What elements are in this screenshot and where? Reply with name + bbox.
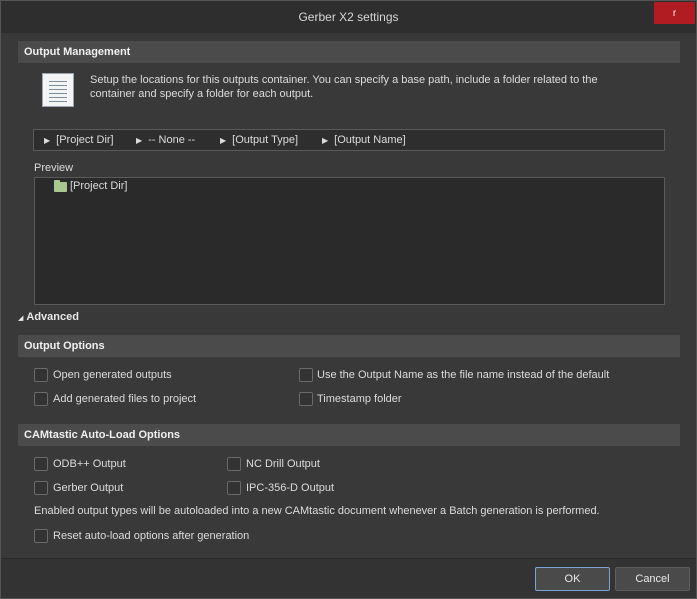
document-icon bbox=[42, 73, 74, 107]
cancel-button[interactable]: Cancel bbox=[615, 567, 690, 591]
ipc-output-label[interactable]: IPC-356-D Output bbox=[246, 482, 334, 494]
play-arrow-icon: ▶ bbox=[136, 136, 143, 145]
advanced-toggle[interactable]: ◢ Advanced bbox=[18, 311, 79, 323]
path-segment-none[interactable]: ▶ -- None -- bbox=[136, 134, 195, 146]
gerber-settings-dialog: Gerber X2 settings r Output Management S… bbox=[0, 0, 697, 599]
timestamp-folder-label[interactable]: Timestamp folder bbox=[317, 393, 402, 405]
ipc-output-checkbox[interactable] bbox=[227, 481, 241, 495]
output-management-header: Output Management bbox=[18, 41, 680, 63]
output-options-header: Output Options bbox=[18, 335, 680, 357]
reset-autoload-checkbox[interactable] bbox=[34, 529, 48, 543]
nc-drill-output-checkbox[interactable] bbox=[227, 457, 241, 471]
play-arrow-icon: ▶ bbox=[44, 136, 51, 145]
reset-autoload-label[interactable]: Reset auto-load options after generation bbox=[53, 530, 249, 542]
path-segment-output-name[interactable]: ▶ [Output Name] bbox=[322, 134, 406, 146]
path-segment-output-type[interactable]: ▶ [Output Type] bbox=[220, 134, 298, 146]
nc-drill-output-label[interactable]: NC Drill Output bbox=[246, 458, 320, 470]
dialog-title: Gerber X2 settings bbox=[298, 10, 399, 24]
odb-output-label[interactable]: ODB++ Output bbox=[53, 458, 126, 470]
preview-label: Preview bbox=[34, 162, 74, 174]
use-output-name-checkbox[interactable] bbox=[299, 368, 313, 382]
folder-icon bbox=[54, 180, 67, 192]
tree-root-label[interactable]: [Project Dir] bbox=[70, 180, 127, 192]
add-generated-label[interactable]: Add generated files to project bbox=[53, 393, 196, 405]
path-segment-project-dir[interactable]: ▶ [Project Dir] bbox=[44, 134, 114, 146]
expand-triangle-icon: ◢ bbox=[18, 315, 24, 322]
open-generated-label[interactable]: Open generated outputs bbox=[53, 369, 172, 381]
close-button[interactable]: r bbox=[654, 2, 695, 24]
gerber-output-label[interactable]: Gerber Output bbox=[53, 482, 123, 494]
dialog-footer: OK Cancel bbox=[1, 558, 696, 598]
ok-button[interactable]: OK bbox=[535, 567, 610, 591]
play-arrow-icon: ▶ bbox=[220, 136, 227, 145]
use-output-name-label[interactable]: Use the Output Name as the file name ins… bbox=[317, 369, 609, 381]
timestamp-folder-checkbox[interactable] bbox=[299, 392, 313, 406]
odb-output-checkbox[interactable] bbox=[34, 457, 48, 471]
add-generated-checkbox[interactable] bbox=[34, 392, 48, 406]
description-line-1: Setup the locations for this outputs con… bbox=[90, 74, 598, 86]
autoload-note: Enabled output types will be autoloaded … bbox=[34, 505, 600, 517]
description-line-2: container and specify a folder for each … bbox=[90, 88, 314, 100]
play-arrow-icon: ▶ bbox=[322, 136, 329, 145]
open-generated-checkbox[interactable] bbox=[34, 368, 48, 382]
output-path-bar: ▶ [Project Dir] ▶ -- None -- ▶ [Output Type… bbox=[33, 129, 665, 151]
preview-tree[interactable]: [Project Dir] bbox=[34, 177, 665, 305]
gerber-output-checkbox[interactable] bbox=[34, 481, 48, 495]
title-bar: Gerber X2 settings r bbox=[1, 1, 696, 33]
camtastic-header: CAMtastic Auto-Load Options bbox=[18, 424, 680, 446]
